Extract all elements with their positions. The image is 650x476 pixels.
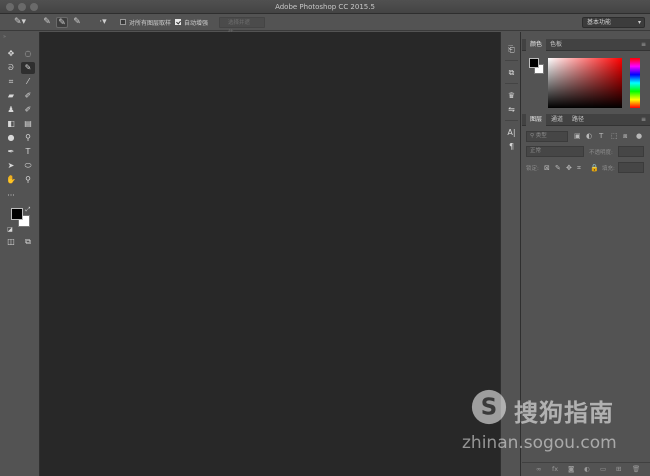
healing-brush-tool-icon[interactable]: ▰ (4, 90, 18, 102)
pen-tool-icon[interactable]: ✒ (4, 146, 18, 158)
tab-color[interactable]: 颜色 (526, 39, 547, 51)
lasso-tool-icon[interactable]: ᘐ (4, 62, 18, 74)
tab-channels[interactable]: 通道 (547, 114, 567, 126)
auto-enhance-checkbox[interactable] (175, 19, 181, 25)
auto-enhance-label: 自动增强 (184, 20, 209, 27)
workspace-label: 基本功能 (587, 19, 612, 26)
move-tool-icon[interactable]: ✥ (4, 48, 18, 60)
dock-separator (505, 60, 518, 61)
edit-toolbar-icon[interactable]: ··· (4, 190, 18, 202)
tab-layers[interactable]: 图层 (526, 114, 547, 126)
adjustment-filter-icon[interactable]: ◐ (586, 131, 592, 141)
subtract-from-selection-brush-icon[interactable]: ✎ (71, 17, 83, 28)
paragraph-panel-icon[interactable]: ¶ (505, 141, 518, 153)
hand-tool-icon[interactable]: ✋ (4, 174, 18, 186)
toolbox-grip-icon[interactable]: » (3, 34, 6, 40)
swap-colors-icon[interactable]: ⤢ (24, 204, 32, 216)
fill-field[interactable] (618, 162, 644, 173)
color-panel-foreground-swatch[interactable] (529, 58, 539, 68)
add-to-selection-brush-icon[interactable]: ✎ (56, 17, 68, 28)
svg-text:S: S (481, 395, 497, 421)
window-title: Adobe Photoshop CC 2015.5 (275, 3, 375, 11)
properties-panel-icon[interactable]: ⧉ (505, 67, 518, 79)
link-layers-icon[interactable]: ∞ (536, 465, 541, 473)
select-and-mask-button[interactable]: 选择并遮住... (219, 17, 265, 36)
workspace-switcher[interactable]: 基本功能 ▾ (582, 17, 645, 28)
screen-mode-icon[interactable]: ⧉ (21, 236, 35, 248)
lock-position-icon[interactable]: ✥ (566, 163, 572, 173)
pixel-filter-icon[interactable]: ▣ (574, 131, 581, 141)
sogou-logo-icon: S (471, 389, 507, 425)
quick-mask-icon[interactable]: ◫ (4, 236, 18, 248)
lock-label: 锁定: (526, 166, 539, 172)
dock-separator (505, 120, 518, 121)
smart-object-filter-icon[interactable]: ⧈ (623, 131, 627, 141)
tab-paths[interactable]: 路径 (568, 114, 588, 126)
eraser-tool-icon[interactable]: ◧ (4, 118, 18, 130)
history-brush-tool-icon[interactable]: ✐ (21, 104, 35, 116)
marquee-tool-icon[interactable]: ◌ (21, 48, 35, 60)
path-selection-tool-icon[interactable]: ➤ (4, 160, 18, 172)
document-canvas[interactable] (40, 32, 500, 476)
lock-all-icon[interactable]: 🔒 (590, 163, 599, 173)
dock-separator (505, 83, 518, 84)
gradient-tool-icon[interactable]: ▤ (21, 118, 35, 130)
foreground-color-swatch[interactable] (11, 208, 23, 220)
filter-kind-label: 类型 (535, 133, 547, 139)
shape-filter-icon[interactable]: ⬚ (611, 131, 618, 141)
new-layer-icon[interactable]: ⊞ (616, 465, 621, 473)
title-bar: Adobe Photoshop CC 2015.5 (0, 0, 650, 14)
zoom-tool-icon[interactable]: ⚲ (21, 174, 35, 186)
crop-tool-icon[interactable]: ⌗ (4, 76, 18, 88)
new-group-icon[interactable]: ▭ (600, 465, 606, 473)
layers-panel-header: 图层 通道 路径 ≡ (522, 114, 650, 126)
clone-stamp-tool-icon[interactable]: ♟ (4, 104, 18, 116)
new-selection-brush-icon[interactable]: ✎ (41, 17, 53, 28)
new-adjustment-layer-icon[interactable]: ◐ (584, 465, 590, 473)
color-picker-field[interactable] (548, 58, 622, 108)
quick-selection-tool-icon[interactable]: ✎ (21, 62, 35, 74)
tool-preset-picker[interactable]: ✎▾ (10, 17, 30, 28)
brushes-panel-icon[interactable]: ♛ (505, 90, 518, 102)
adjustments-panel-icon[interactable]: ⇋ (505, 104, 518, 116)
lock-pixels-icon[interactable]: ✎ (555, 163, 561, 173)
sample-all-layers-label: 对所有图层取样 (129, 20, 172, 27)
shape-tool-icon[interactable]: ⬭ (21, 160, 35, 172)
fill-label: 填充: (602, 166, 615, 172)
character-panel-icon[interactable]: A| (505, 127, 518, 139)
chevron-down-icon: ▾ (637, 19, 641, 26)
dodge-tool-icon[interactable]: ⚲ (21, 132, 35, 144)
lock-artboard-icon[interactable]: ⌗ (577, 163, 581, 173)
blend-mode-select[interactable]: 正常 (526, 146, 584, 157)
history-panel-icon[interactable]: ⎗ (505, 44, 518, 56)
options-bar: ✎▾ ✎ ✎ ✎ ·▾ 对所有图层取样 自动增强 选择并遮住... 基本功能 ▾ (0, 14, 650, 36)
tab-swatches[interactable]: 色板 (546, 39, 566, 51)
type-tool-icon[interactable]: T (21, 146, 35, 158)
add-mask-icon[interactable]: ◙ (568, 465, 574, 473)
layer-filter-kind[interactable]: ⚲ 类型 (526, 131, 568, 142)
color-panel-header: 颜色 色板 ≡ (522, 39, 650, 51)
panel-menu-icon[interactable]: ≡ (641, 116, 646, 123)
blur-tool-icon[interactable]: ● (4, 132, 18, 144)
type-filter-icon[interactable]: T (599, 131, 603, 141)
opacity-field[interactable] (618, 146, 644, 157)
hue-slider[interactable] (630, 58, 640, 108)
watermark-url: zhinan.sogou.com (462, 433, 617, 453)
layer-style-icon[interactable]: fx (552, 465, 558, 473)
opacity-label: 不透明度: (589, 150, 613, 156)
lock-transparent-icon[interactable]: ⊠ (544, 163, 550, 173)
sample-all-layers-checkbox[interactable] (120, 19, 126, 25)
toolbox: » ✥ ◌ ᘐ ✎ ⌗ ⁄ ▰ ✐ ♟ ✐ ◧ ▤ ● ⚲ ✒ T ➤ ⬭ ✋ … (0, 32, 40, 476)
eyedropper-tool-icon[interactable]: ⁄ (21, 76, 35, 88)
layers-bottom-bar: ∞ fx ◙ ◐ ▭ ⊞ 🗑 (522, 462, 650, 476)
brush-size-picker[interactable]: ·▾ (92, 17, 114, 28)
brush-tool-icon[interactable]: ✐ (21, 90, 35, 102)
watermark-brand: 搜狗指南 (514, 399, 614, 427)
default-colors-icon[interactable]: ◪ (6, 224, 14, 236)
filter-toggle-icon[interactable]: ● (636, 131, 642, 141)
panel-menu-icon[interactable]: ≡ (641, 41, 646, 48)
trash-icon[interactable]: 🗑 (632, 465, 640, 473)
